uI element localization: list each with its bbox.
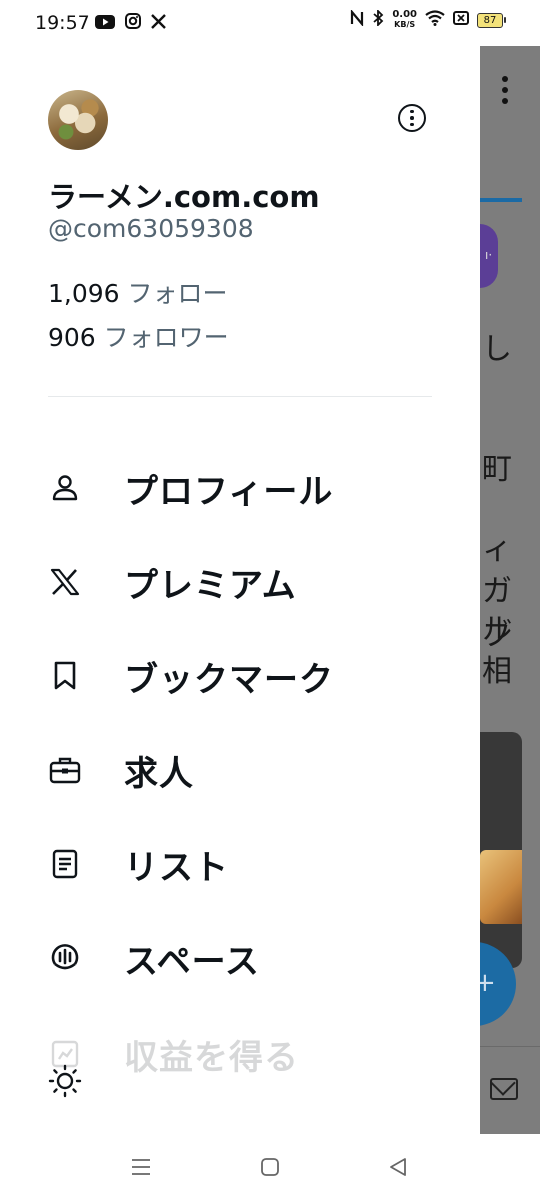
system-navigation-bar [0,1134,540,1200]
list-icon [48,847,82,881]
account-more-button[interactable] [398,104,426,132]
wifi-icon [425,10,445,30]
menu-item-label: プレミアム [124,565,297,606]
square-icon [259,1158,281,1182]
menu-item-lists[interactable]: リスト [48,832,448,896]
following-stat[interactable]: 1,096 フォロー [48,274,228,310]
sun-icon [48,1064,82,1102]
avatar[interactable] [48,90,108,150]
bookmark-icon [48,659,82,693]
menu-item-premium[interactable]: プレミアム [48,550,448,614]
back-button[interactable] [387,1156,411,1180]
x-logo-icon [48,565,82,599]
background-text: 町 [482,452,512,487]
status-bar: 19:57 0.00 KB/S 87 [0,0,540,46]
background-text: ル [482,612,512,647]
menu-item-spaces[interactable]: スペース [48,926,448,990]
menu-item-profile[interactable]: プロフィール [48,456,448,520]
battery-level: 87 [477,12,503,28]
system-indicators: 0.00 KB/S 87 [350,8,506,30]
menu-item-label: リスト [124,847,229,888]
followers-label: フォロワー [103,323,229,352]
briefcase-icon [48,753,82,787]
followers-stat[interactable]: 906 フォロワー [48,318,229,354]
menu-item-label: プロフィール [124,471,334,512]
navigation-drawer: ラーメン.com.com @com63059308 1,096 フォロー 906… [0,46,480,1134]
background-messages-icon [490,1078,518,1100]
network-speed-unit: KB/S [394,20,416,29]
recents-button[interactable] [130,1156,154,1180]
display-name: ラーメン.com.com [48,180,320,214]
background-more-icon [502,76,508,109]
following-label: フォロー [127,279,228,308]
menu-item-jobs[interactable]: 求人 [48,738,448,802]
menu-item-label: スペース [124,941,260,982]
user-handle: @com63059308 [48,214,254,243]
bluetooth-icon [372,8,384,30]
x-icon [151,13,166,33]
background-text: 相 [482,654,512,689]
display-theme-button[interactable] [48,1064,82,1098]
background-text: し [482,332,512,367]
youtube-icon [95,14,115,33]
menu-item-label: ブックマーク [124,659,334,700]
followers-count: 906 [48,323,96,352]
menu-item-label: 求人 [124,753,194,794]
background-media-card [480,732,522,968]
status-time: 19:57 [35,12,90,34]
background-app-scrim[interactable]: ı· し 町 ィ ガブ ル 相 + [480,46,540,1134]
background-tab-indicator [480,198,522,202]
network-speed: 0.00 KB/S [392,10,417,30]
menu-item-monetization[interactable]: 収益を得る [48,1022,448,1086]
battery-indicator: 87 [477,12,506,28]
network-speed-value: 0.00 [392,9,417,20]
spaces-icon [48,941,82,975]
notification-icons [95,13,166,33]
back-triangle-icon [387,1158,409,1182]
menu-item-bookmarks[interactable]: ブックマーク [48,644,448,708]
menu-item-label: 収益を得る [124,1037,299,1078]
following-count: 1,096 [48,279,120,308]
instagram-icon [125,13,141,33]
sim-off-icon [453,10,469,30]
nfc-icon [350,8,364,30]
person-icon [48,471,82,505]
menu-icon [130,1159,152,1182]
background-text: ィ [482,532,512,567]
divider [48,396,432,397]
home-button[interactable] [259,1156,283,1180]
background-spaces-pill: ı· [480,224,498,288]
